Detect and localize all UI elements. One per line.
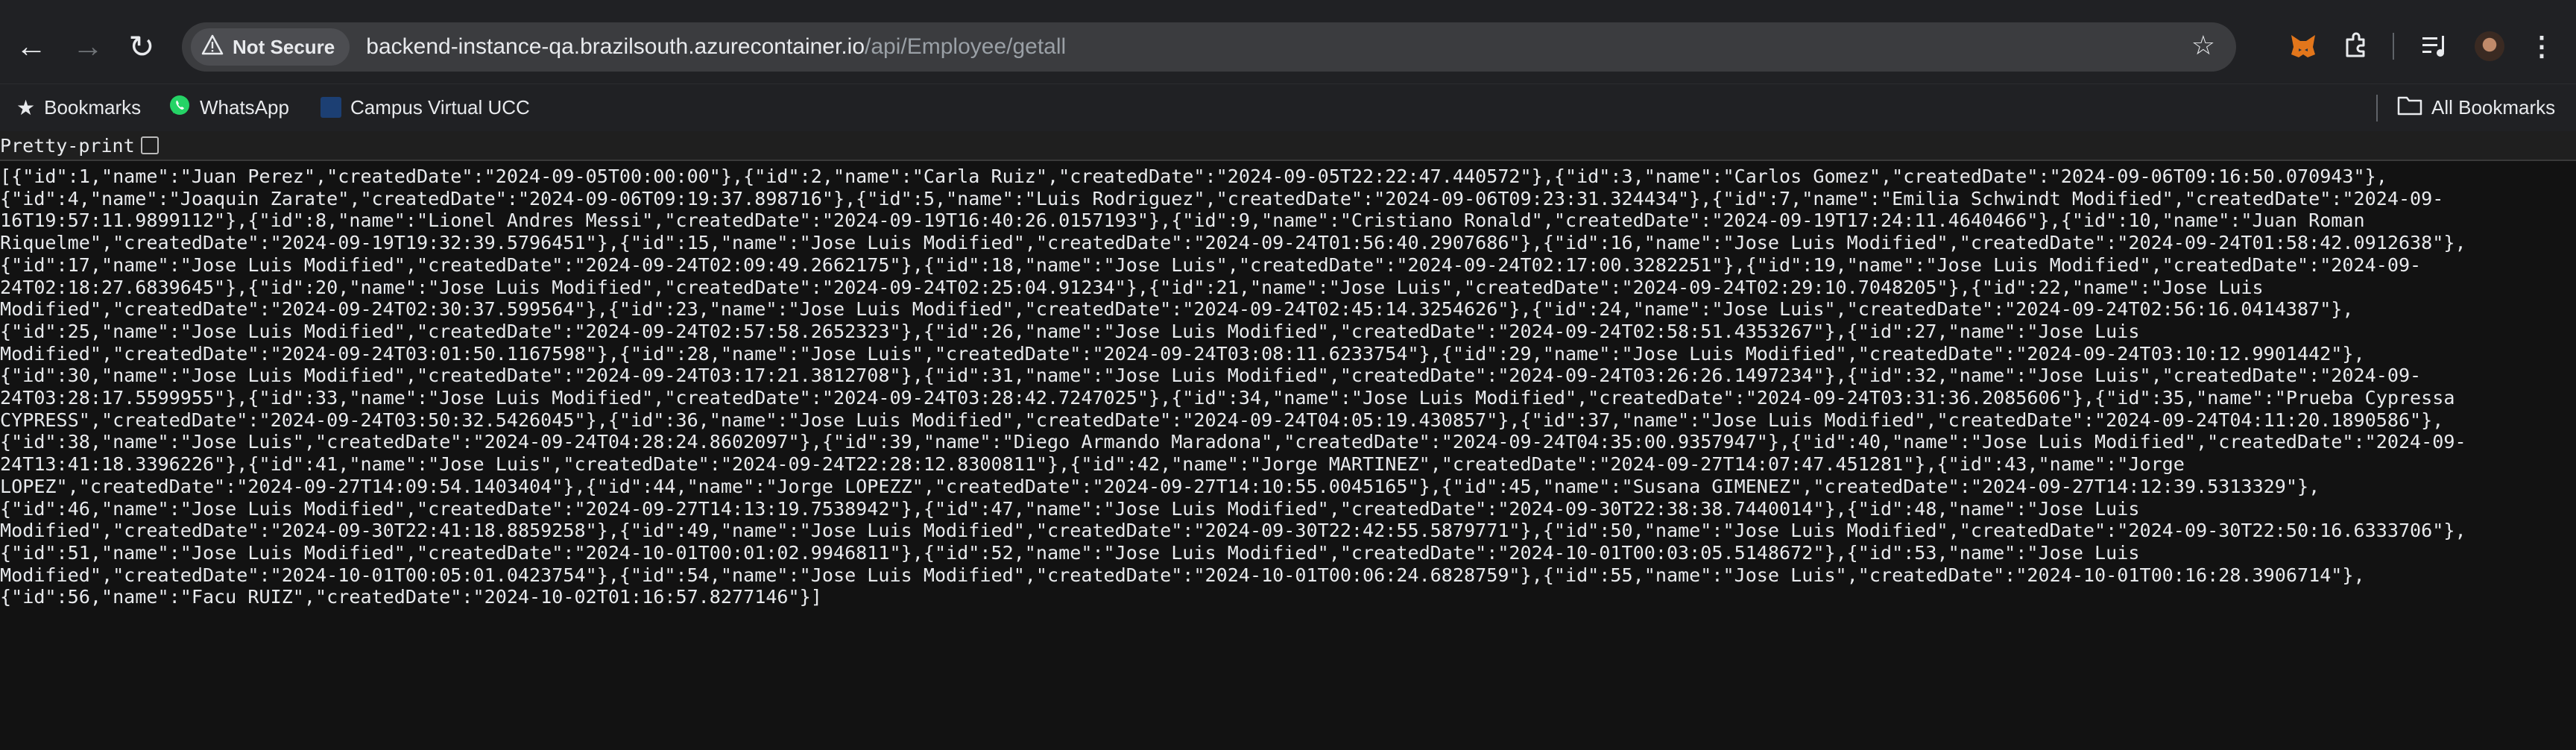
- more-menu-icon[interactable]: ⋮: [2519, 24, 2564, 69]
- pretty-print-bar: Pretty-print: [0, 131, 2576, 161]
- json-line: Modified","createdDate":"2024-09-24T03:0…: [0, 342, 2365, 365]
- url-text[interactable]: backend-instance-qa.brazilsouth.azurecon…: [366, 34, 1066, 60]
- json-line: {"id":38,"name":"Jose Luis","createdDate…: [0, 431, 2466, 453]
- browser-toolbar: ← → ↻ Not Secure backend-instance-qa.bra…: [0, 0, 2576, 83]
- json-line: 16T19:57:11.9899112"},{"id":8,"name":"Li…: [0, 209, 2365, 232]
- all-bookmarks-label: All Bookmarks: [2431, 95, 2556, 119]
- json-line: CYPRESS","createdDate":"2024-09-24T03:50…: [0, 409, 2444, 431]
- json-line: Modified","createdDate":"2024-10-01T00:0…: [0, 564, 2365, 586]
- json-line: {"id":46,"name":"Jose Luis Modified","cr…: [0, 497, 2140, 520]
- bookmarks-folder-label: Bookmarks: [44, 95, 142, 119]
- url-path: /api/Employee/getall: [865, 34, 1067, 59]
- profile-avatar[interactable]: [2467, 24, 2512, 69]
- forward-icon[interactable]: →: [61, 19, 115, 73]
- json-line: [{"id":1,"name":"Juan Perez","createdDat…: [0, 166, 2387, 187]
- json-response-body: [{"id":1,"name":"Juan Perez","createdDat…: [0, 166, 2576, 608]
- json-line: 24T03:28:17.5599955"},{"id":33,"name":"J…: [0, 387, 2455, 409]
- warning-icon: [201, 34, 224, 60]
- json-line: 24T02:18:27.6839645"},{"id":20,"name":"J…: [0, 276, 2264, 298]
- bookmark-star-filled-icon: ★: [16, 95, 36, 119]
- bookmark-campus-virtual[interactable]: Campus Virtual UCC: [321, 90, 530, 125]
- whatsapp-icon: [168, 94, 191, 122]
- json-line: Modified","createdDate":"2024-09-24T02:3…: [0, 298, 2354, 321]
- bookmark-whatsapp[interactable]: WhatsApp: [168, 90, 289, 125]
- reload-icon[interactable]: ↻: [115, 19, 168, 73]
- back-icon[interactable]: ←: [4, 19, 58, 73]
- json-line: LOPEZ","createdDate":"2024-09-27T14:09:5…: [0, 475, 2320, 497]
- json-line: Modified","createdDate":"2024-09-30T22:4…: [0, 520, 2466, 542]
- json-line: {"id":25,"name":"Jose Luis Modified","cr…: [0, 320, 2140, 342]
- bookmarks-divider: [2376, 95, 2378, 122]
- toolbar-divider: [2393, 33, 2394, 60]
- bookmark-star-icon[interactable]: ☆: [2191, 30, 2215, 61]
- json-line: {"id":51,"name":"Jose Luis Modified","cr…: [0, 541, 2140, 564]
- pretty-print-label: Pretty-print: [0, 134, 135, 157]
- campus-virtual-icon: [321, 97, 341, 118]
- bookmarks-bar: ★ Bookmarks WhatsApp Campus Virtual UCC …: [0, 83, 2576, 132]
- url-host: backend-instance-qa.brazilsouth.azurecon…: [366, 34, 865, 59]
- bookmark-label: Campus Virtual UCC: [350, 95, 530, 119]
- media-control-icon[interactable]: [2414, 24, 2458, 69]
- bookmark-label: WhatsApp: [200, 95, 289, 119]
- security-label: Not Secure: [233, 35, 335, 58]
- json-line: Riquelme","createdDate":"2024-09-19T19:3…: [0, 232, 2466, 254]
- pretty-print-checkbox[interactable]: [140, 136, 159, 154]
- all-bookmarks-folder[interactable]: All Bookmarks: [2397, 90, 2555, 125]
- address-bar[interactable]: Not Secure backend-instance-qa.brazilsou…: [182, 22, 2236, 72]
- json-line: {"id":56,"name":"Facu RUIZ","createdDate…: [0, 586, 822, 608]
- json-line: {"id":4,"name":"Joaquin Zarate","created…: [0, 187, 2444, 209]
- bookmarks-folder[interactable]: ★ Bookmarks: [16, 90, 141, 125]
- metamask-extension-icon[interactable]: [2281, 24, 2326, 69]
- json-line: 24T13:41:18.3396226"},{"id":41,"name":"J…: [0, 453, 2185, 476]
- json-line: {"id":30,"name":"Jose Luis Modified","cr…: [0, 365, 2422, 387]
- json-line: {"id":17,"name":"Jose Luis Modified","cr…: [0, 253, 2422, 276]
- extensions-icon[interactable]: [2333, 24, 2378, 69]
- folder-icon: [2397, 95, 2422, 121]
- security-chip[interactable]: Not Secure: [191, 28, 350, 66]
